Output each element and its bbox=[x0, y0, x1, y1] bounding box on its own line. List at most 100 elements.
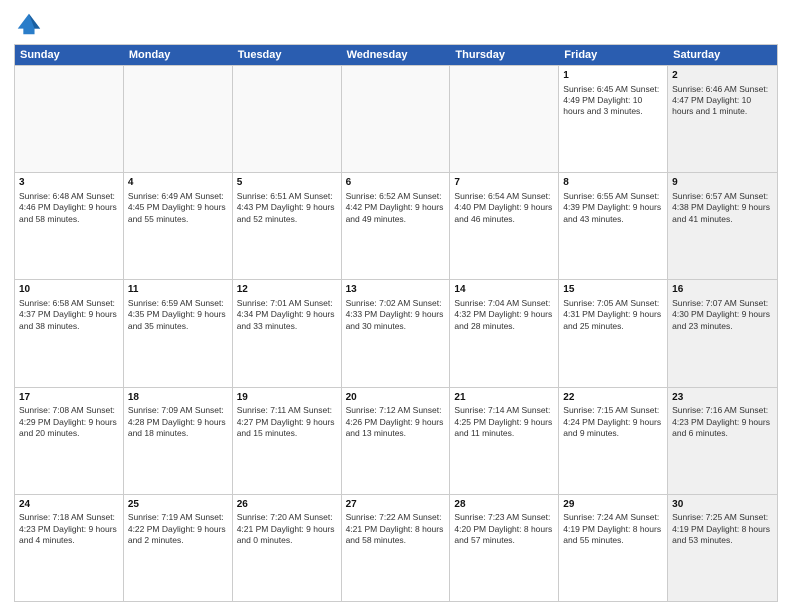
cell-info: Sunrise: 7:04 AM Sunset: 4:32 PM Dayligh… bbox=[454, 298, 554, 332]
cell-date: 22 bbox=[563, 391, 663, 405]
cell-date: 9 bbox=[672, 176, 773, 190]
day-header-sunday: Sunday bbox=[15, 45, 124, 65]
cell-date: 1 bbox=[563, 69, 663, 83]
day-header-monday: Monday bbox=[124, 45, 233, 65]
cell-date: 10 bbox=[19, 283, 119, 297]
cell-date: 18 bbox=[128, 391, 228, 405]
cell-info: Sunrise: 6:49 AM Sunset: 4:45 PM Dayligh… bbox=[128, 191, 228, 225]
cell-info: Sunrise: 7:24 AM Sunset: 4:19 PM Dayligh… bbox=[563, 512, 663, 546]
cell-date: 26 bbox=[237, 498, 337, 512]
cell-info: Sunrise: 7:15 AM Sunset: 4:24 PM Dayligh… bbox=[563, 405, 663, 439]
calendar-cell: 24Sunrise: 7:18 AM Sunset: 4:23 PM Dayli… bbox=[15, 495, 124, 601]
weeks: 1Sunrise: 6:45 AM Sunset: 4:49 PM Daylig… bbox=[15, 65, 777, 601]
cell-date: 24 bbox=[19, 498, 119, 512]
calendar-cell: 22Sunrise: 7:15 AM Sunset: 4:24 PM Dayli… bbox=[559, 388, 668, 494]
calendar-cell: 11Sunrise: 6:59 AM Sunset: 4:35 PM Dayli… bbox=[124, 280, 233, 386]
cell-info: Sunrise: 7:19 AM Sunset: 4:22 PM Dayligh… bbox=[128, 512, 228, 546]
header bbox=[14, 10, 778, 38]
calendar-cell: 5Sunrise: 6:51 AM Sunset: 4:43 PM Daylig… bbox=[233, 173, 342, 279]
cell-info: Sunrise: 7:08 AM Sunset: 4:29 PM Dayligh… bbox=[19, 405, 119, 439]
day-headers: SundayMondayTuesdayWednesdayThursdayFrid… bbox=[15, 45, 777, 65]
cell-date: 16 bbox=[672, 283, 773, 297]
logo-icon bbox=[14, 10, 42, 38]
calendar-cell: 30Sunrise: 7:25 AM Sunset: 4:19 PM Dayli… bbox=[668, 495, 777, 601]
calendar-cell: 14Sunrise: 7:04 AM Sunset: 4:32 PM Dayli… bbox=[450, 280, 559, 386]
calendar-cell: 2Sunrise: 6:46 AM Sunset: 4:47 PM Daylig… bbox=[668, 66, 777, 172]
cell-date: 19 bbox=[237, 391, 337, 405]
calendar-cell: 17Sunrise: 7:08 AM Sunset: 4:29 PM Dayli… bbox=[15, 388, 124, 494]
cell-info: Sunrise: 7:18 AM Sunset: 4:23 PM Dayligh… bbox=[19, 512, 119, 546]
cell-info: Sunrise: 7:16 AM Sunset: 4:23 PM Dayligh… bbox=[672, 405, 773, 439]
week-row-2: 3Sunrise: 6:48 AM Sunset: 4:46 PM Daylig… bbox=[15, 172, 777, 279]
calendar-cell: 23Sunrise: 7:16 AM Sunset: 4:23 PM Dayli… bbox=[668, 388, 777, 494]
cell-date: 12 bbox=[237, 283, 337, 297]
cell-info: Sunrise: 6:52 AM Sunset: 4:42 PM Dayligh… bbox=[346, 191, 446, 225]
cell-info: Sunrise: 7:09 AM Sunset: 4:28 PM Dayligh… bbox=[128, 405, 228, 439]
cell-info: Sunrise: 7:25 AM Sunset: 4:19 PM Dayligh… bbox=[672, 512, 773, 546]
cell-date: 30 bbox=[672, 498, 773, 512]
week-row-1: 1Sunrise: 6:45 AM Sunset: 4:49 PM Daylig… bbox=[15, 65, 777, 172]
cell-info: Sunrise: 7:11 AM Sunset: 4:27 PM Dayligh… bbox=[237, 405, 337, 439]
cell-date: 8 bbox=[563, 176, 663, 190]
calendar-cell: 3Sunrise: 6:48 AM Sunset: 4:46 PM Daylig… bbox=[15, 173, 124, 279]
calendar-cell: 6Sunrise: 6:52 AM Sunset: 4:42 PM Daylig… bbox=[342, 173, 451, 279]
calendar-cell bbox=[233, 66, 342, 172]
calendar-cell: 20Sunrise: 7:12 AM Sunset: 4:26 PM Dayli… bbox=[342, 388, 451, 494]
day-header-wednesday: Wednesday bbox=[342, 45, 451, 65]
calendar-cell: 7Sunrise: 6:54 AM Sunset: 4:40 PM Daylig… bbox=[450, 173, 559, 279]
cell-date: 2 bbox=[672, 69, 773, 83]
cell-info: Sunrise: 7:23 AM Sunset: 4:20 PM Dayligh… bbox=[454, 512, 554, 546]
calendar-cell bbox=[342, 66, 451, 172]
calendar-cell: 26Sunrise: 7:20 AM Sunset: 4:21 PM Dayli… bbox=[233, 495, 342, 601]
cell-info: Sunrise: 7:02 AM Sunset: 4:33 PM Dayligh… bbox=[346, 298, 446, 332]
week-row-5: 24Sunrise: 7:18 AM Sunset: 4:23 PM Dayli… bbox=[15, 494, 777, 601]
calendar-cell bbox=[124, 66, 233, 172]
cell-date: 7 bbox=[454, 176, 554, 190]
calendar-cell bbox=[450, 66, 559, 172]
calendar-cell: 18Sunrise: 7:09 AM Sunset: 4:28 PM Dayli… bbox=[124, 388, 233, 494]
calendar-cell: 25Sunrise: 7:19 AM Sunset: 4:22 PM Dayli… bbox=[124, 495, 233, 601]
cell-info: Sunrise: 7:20 AM Sunset: 4:21 PM Dayligh… bbox=[237, 512, 337, 546]
cell-date: 13 bbox=[346, 283, 446, 297]
day-header-friday: Friday bbox=[559, 45, 668, 65]
week-row-3: 10Sunrise: 6:58 AM Sunset: 4:37 PM Dayli… bbox=[15, 279, 777, 386]
cell-info: Sunrise: 6:59 AM Sunset: 4:35 PM Dayligh… bbox=[128, 298, 228, 332]
calendar-cell bbox=[15, 66, 124, 172]
calendar-cell: 28Sunrise: 7:23 AM Sunset: 4:20 PM Dayli… bbox=[450, 495, 559, 601]
calendar-cell: 29Sunrise: 7:24 AM Sunset: 4:19 PM Dayli… bbox=[559, 495, 668, 601]
day-header-tuesday: Tuesday bbox=[233, 45, 342, 65]
cell-date: 23 bbox=[672, 391, 773, 405]
logo bbox=[14, 10, 46, 38]
cell-date: 21 bbox=[454, 391, 554, 405]
calendar-cell: 21Sunrise: 7:14 AM Sunset: 4:25 PM Dayli… bbox=[450, 388, 559, 494]
cell-info: Sunrise: 6:58 AM Sunset: 4:37 PM Dayligh… bbox=[19, 298, 119, 332]
cell-info: Sunrise: 6:46 AM Sunset: 4:47 PM Dayligh… bbox=[672, 84, 773, 118]
cell-info: Sunrise: 7:12 AM Sunset: 4:26 PM Dayligh… bbox=[346, 405, 446, 439]
calendar-cell: 4Sunrise: 6:49 AM Sunset: 4:45 PM Daylig… bbox=[124, 173, 233, 279]
cell-date: 25 bbox=[128, 498, 228, 512]
cell-info: Sunrise: 7:05 AM Sunset: 4:31 PM Dayligh… bbox=[563, 298, 663, 332]
cell-date: 15 bbox=[563, 283, 663, 297]
cell-info: Sunrise: 6:54 AM Sunset: 4:40 PM Dayligh… bbox=[454, 191, 554, 225]
page: SundayMondayTuesdayWednesdayThursdayFrid… bbox=[0, 0, 792, 612]
cell-info: Sunrise: 7:07 AM Sunset: 4:30 PM Dayligh… bbox=[672, 298, 773, 332]
calendar-cell: 16Sunrise: 7:07 AM Sunset: 4:30 PM Dayli… bbox=[668, 280, 777, 386]
day-header-thursday: Thursday bbox=[450, 45, 559, 65]
calendar-cell: 12Sunrise: 7:01 AM Sunset: 4:34 PM Dayli… bbox=[233, 280, 342, 386]
calendar-cell: 15Sunrise: 7:05 AM Sunset: 4:31 PM Dayli… bbox=[559, 280, 668, 386]
cell-info: Sunrise: 7:14 AM Sunset: 4:25 PM Dayligh… bbox=[454, 405, 554, 439]
cell-info: Sunrise: 6:51 AM Sunset: 4:43 PM Dayligh… bbox=[237, 191, 337, 225]
cell-info: Sunrise: 7:22 AM Sunset: 4:21 PM Dayligh… bbox=[346, 512, 446, 546]
calendar-cell: 10Sunrise: 6:58 AM Sunset: 4:37 PM Dayli… bbox=[15, 280, 124, 386]
cell-date: 17 bbox=[19, 391, 119, 405]
calendar-cell: 19Sunrise: 7:11 AM Sunset: 4:27 PM Dayli… bbox=[233, 388, 342, 494]
calendar-cell: 1Sunrise: 6:45 AM Sunset: 4:49 PM Daylig… bbox=[559, 66, 668, 172]
cell-date: 11 bbox=[128, 283, 228, 297]
calendar-cell: 27Sunrise: 7:22 AM Sunset: 4:21 PM Dayli… bbox=[342, 495, 451, 601]
calendar-cell: 9Sunrise: 6:57 AM Sunset: 4:38 PM Daylig… bbox=[668, 173, 777, 279]
cell-date: 20 bbox=[346, 391, 446, 405]
calendar: SundayMondayTuesdayWednesdayThursdayFrid… bbox=[14, 44, 778, 602]
cell-date: 14 bbox=[454, 283, 554, 297]
cell-info: Sunrise: 6:45 AM Sunset: 4:49 PM Dayligh… bbox=[563, 84, 663, 118]
week-row-4: 17Sunrise: 7:08 AM Sunset: 4:29 PM Dayli… bbox=[15, 387, 777, 494]
